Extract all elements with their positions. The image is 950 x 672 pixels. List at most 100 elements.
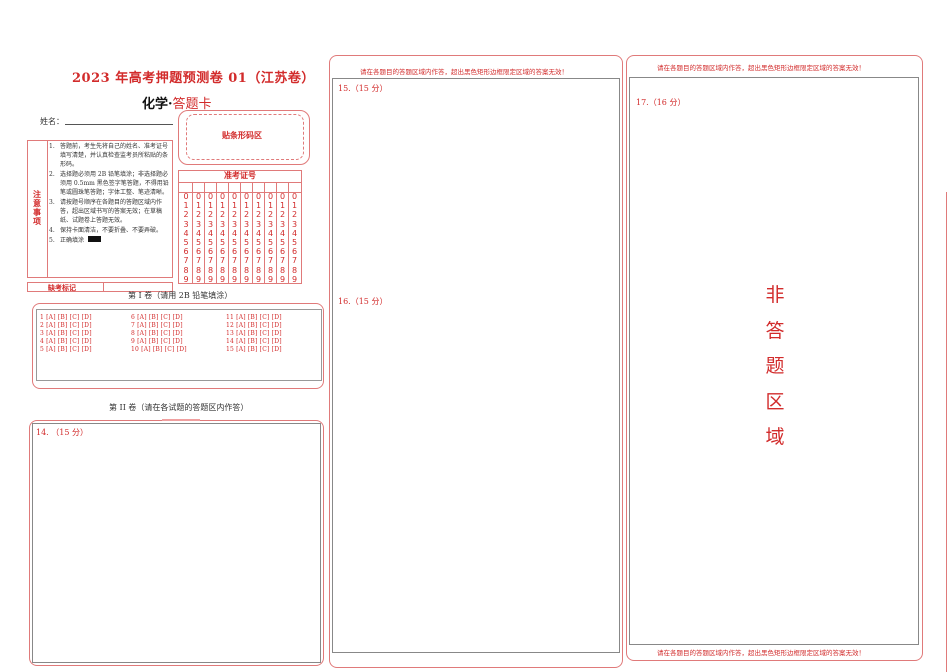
q14-answer-area[interactable] bbox=[32, 423, 321, 663]
name-field[interactable] bbox=[65, 124, 173, 125]
exam-id-digit-bubble[interactable]: 9 bbox=[241, 275, 252, 284]
mc-option-bubbles[interactable]: [A] [B] [C] [D] bbox=[46, 322, 92, 329]
exam-id-digit-bubble[interactable]: 5 bbox=[205, 238, 216, 247]
exam-id-write-cell[interactable] bbox=[180, 182, 192, 192]
mc-question-row[interactable]: 15 [A] [B] [C] [D] bbox=[226, 346, 282, 353]
exam-id-digit-bubble[interactable]: 3 bbox=[205, 220, 216, 229]
exam-id-digit-bubble[interactable]: 2 bbox=[193, 210, 204, 219]
exam-id-digit-bubble[interactable]: 6 bbox=[253, 247, 264, 256]
exam-id-digit-bubble[interactable]: 8 bbox=[253, 266, 264, 275]
exam-id-digit-bubble[interactable]: 2 bbox=[241, 210, 252, 219]
exam-id-digit-bubble[interactable]: 0 bbox=[193, 192, 204, 201]
exam-id-digit-bubble[interactable]: 1 bbox=[217, 201, 228, 210]
exam-id-digit-bubble[interactable]: 6 bbox=[229, 247, 240, 256]
exam-id-digit-bubble[interactable]: 2 bbox=[265, 210, 276, 219]
exam-id-digit-bubble[interactable]: 1 bbox=[277, 201, 288, 210]
mc-question-row[interactable]: 9 [A] [B] [C] [D] bbox=[131, 338, 183, 345]
mc-question-row[interactable]: 3 [A] [B] [C] [D] bbox=[40, 330, 92, 337]
exam-id-digit-bubble[interactable]: 9 bbox=[229, 275, 240, 284]
mc-option-bubbles[interactable]: [A] [B] [C] [D] bbox=[236, 314, 282, 321]
exam-id-write-cell[interactable] bbox=[276, 182, 288, 192]
exam-id-digit-bubble[interactable]: 5 bbox=[265, 238, 276, 247]
exam-id-digit-bubble[interactable]: 3 bbox=[277, 220, 288, 229]
exam-id-digit-bubble[interactable]: 4 bbox=[229, 229, 240, 238]
exam-id-digit-bubble[interactable]: 5 bbox=[253, 238, 264, 247]
exam-id-digit-bubble[interactable]: 8 bbox=[265, 266, 276, 275]
mc-option-bubbles[interactable]: [A] [B] [C] [D] bbox=[236, 346, 282, 353]
exam-id-digit-bubble[interactable]: 8 bbox=[205, 266, 216, 275]
exam-id-digit-bubble[interactable]: 5 bbox=[289, 238, 300, 247]
mc-question-row[interactable]: 13 [A] [B] [C] [D] bbox=[226, 330, 282, 337]
mc-option-bubbles[interactable]: [A] [B] [C] [D] bbox=[46, 346, 92, 353]
exam-id-digit-bubble[interactable]: 7 bbox=[277, 256, 288, 265]
mc-option-bubbles[interactable]: [A] [B] [C] [D] bbox=[236, 330, 282, 337]
mc-question-row[interactable]: 4 [A] [B] [C] [D] bbox=[40, 338, 92, 345]
exam-id-digit-bubble[interactable]: 5 bbox=[241, 238, 252, 247]
exam-id-digit-bubble[interactable]: 1 bbox=[253, 201, 264, 210]
exam-id-digit-bubble[interactable]: 9 bbox=[289, 275, 300, 284]
exam-id-write-cell[interactable] bbox=[240, 182, 252, 192]
exam-id-digit-bubble[interactable]: 2 bbox=[205, 210, 216, 219]
mc-option-bubbles[interactable]: [A] [B] [C] [D] bbox=[141, 346, 187, 353]
exam-id-digit-bubble[interactable]: 2 bbox=[229, 210, 240, 219]
exam-id-digit-bubble[interactable]: 8 bbox=[180, 266, 192, 275]
q15-q16-answer-area[interactable] bbox=[332, 78, 620, 653]
exam-id-digit-bubble[interactable]: 4 bbox=[180, 229, 192, 238]
mc-option-bubbles[interactable]: [A] [B] [C] [D] bbox=[137, 322, 183, 329]
exam-id-digit-bubble[interactable]: 3 bbox=[253, 220, 264, 229]
mc-question-row[interactable]: 10 [A] [B] [C] [D] bbox=[131, 346, 187, 353]
exam-id-digit-bubble[interactable]: 6 bbox=[241, 247, 252, 256]
mc-question-row[interactable]: 12 [A] [B] [C] [D] bbox=[226, 322, 282, 329]
exam-id-digit-bubble[interactable]: 5 bbox=[277, 238, 288, 247]
exam-id-digit-bubble[interactable]: 8 bbox=[229, 266, 240, 275]
exam-id-digit-bubble[interactable]: 7 bbox=[265, 256, 276, 265]
exam-id-digit-bubble[interactable]: 5 bbox=[229, 238, 240, 247]
exam-id-digit-bubble[interactable]: 2 bbox=[217, 210, 228, 219]
exam-id-digit-bubble[interactable]: 0 bbox=[253, 192, 264, 201]
mc-option-bubbles[interactable]: [A] [B] [C] [D] bbox=[46, 330, 92, 337]
exam-id-digit-bubble[interactable]: 5 bbox=[217, 238, 228, 247]
exam-id-digit-bubble[interactable]: 2 bbox=[277, 210, 288, 219]
exam-id-digit-bubble[interactable]: 7 bbox=[205, 256, 216, 265]
exam-id-digit-bubble[interactable]: 0 bbox=[229, 192, 240, 201]
exam-id-write-cell[interactable] bbox=[264, 182, 276, 192]
exam-id-digit-bubble[interactable]: 3 bbox=[217, 220, 228, 229]
exam-id-digit-bubble[interactable]: 3 bbox=[180, 220, 192, 229]
exam-id-digit-bubble[interactable]: 0 bbox=[241, 192, 252, 201]
exam-id-digit-bubble[interactable]: 1 bbox=[205, 201, 216, 210]
exam-id-digit-bubble[interactable]: 3 bbox=[265, 220, 276, 229]
exam-id-digit-bubble[interactable]: 8 bbox=[241, 266, 252, 275]
mc-question-row[interactable]: 5 [A] [B] [C] [D] bbox=[40, 346, 92, 353]
mc-option-bubbles[interactable]: [A] [B] [C] [D] bbox=[236, 338, 282, 345]
exam-id-digit-bubble[interactable]: 1 bbox=[265, 201, 276, 210]
mc-question-row[interactable]: 1 [A] [B] [C] [D] bbox=[40, 314, 92, 321]
mc-option-bubbles[interactable]: [A] [B] [C] [D] bbox=[236, 322, 282, 329]
exam-id-digit-bubble[interactable]: 8 bbox=[277, 266, 288, 275]
exam-id-digit-bubble[interactable]: 9 bbox=[277, 275, 288, 284]
exam-id-digit-bubble[interactable]: 2 bbox=[180, 210, 192, 219]
exam-id-write-cell[interactable] bbox=[216, 182, 228, 192]
exam-id-digit-bubble[interactable]: 9 bbox=[217, 275, 228, 284]
exam-id-digit-bubble[interactable]: 7 bbox=[241, 256, 252, 265]
exam-id-digit-bubble[interactable]: 6 bbox=[205, 247, 216, 256]
exam-id-digit-bubble[interactable]: 7 bbox=[180, 256, 192, 265]
exam-id-digit-bubble[interactable]: 4 bbox=[289, 229, 300, 238]
exam-id-digit-bubble[interactable]: 9 bbox=[193, 275, 204, 284]
exam-id-digit-bubble[interactable]: 1 bbox=[241, 201, 252, 210]
exam-id-digit-bubble[interactable]: 6 bbox=[193, 247, 204, 256]
exam-id-digit-bubble[interactable]: 0 bbox=[217, 192, 228, 201]
exam-id-digit-bubble[interactable]: 8 bbox=[217, 266, 228, 275]
exam-id-digit-bubble[interactable]: 7 bbox=[217, 256, 228, 265]
exam-id-digit-bubble[interactable]: 9 bbox=[253, 275, 264, 284]
exam-id-write-cell[interactable] bbox=[228, 182, 240, 192]
exam-id-digit-bubble[interactable]: 3 bbox=[241, 220, 252, 229]
exam-id-digit-bubble[interactable]: 6 bbox=[277, 247, 288, 256]
exam-id-digit-bubble[interactable]: 8 bbox=[193, 266, 204, 275]
exam-id-digit-bubble[interactable]: 4 bbox=[277, 229, 288, 238]
exam-id-digit-bubble[interactable]: 5 bbox=[193, 238, 204, 247]
exam-id-digit-bubble[interactable]: 7 bbox=[193, 256, 204, 265]
exam-id-digit-bubble[interactable]: 7 bbox=[253, 256, 264, 265]
exam-id-digit-bubble[interactable]: 4 bbox=[205, 229, 216, 238]
mc-question-row[interactable]: 11 [A] [B] [C] [D] bbox=[226, 314, 282, 321]
exam-id-digit-bubble[interactable]: 3 bbox=[289, 220, 300, 229]
